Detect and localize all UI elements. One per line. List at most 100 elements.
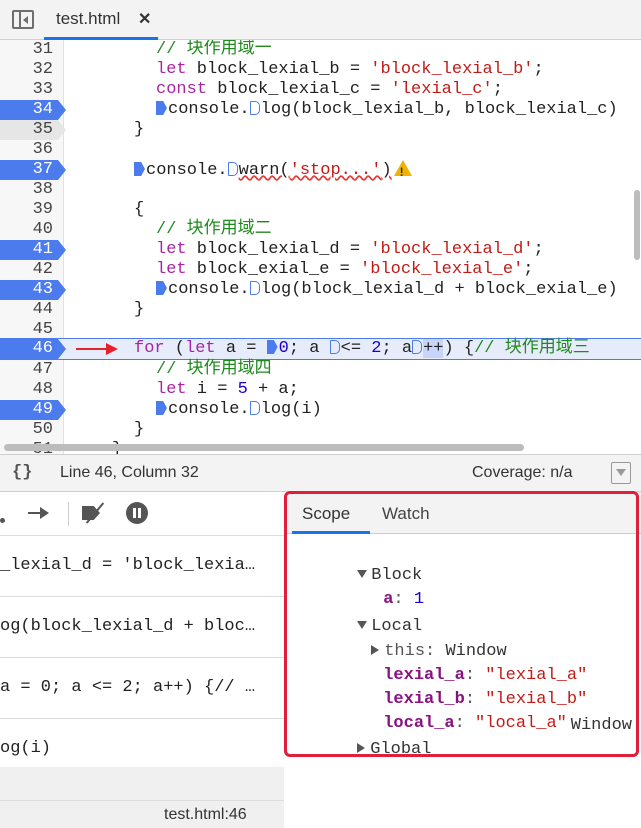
editor-status-bar: {} Line 46, Column 32 Coverage: n/a: [0, 454, 641, 492]
tab-watch[interactable]: Watch: [382, 504, 430, 524]
source-location-link[interactable]: test.html:46: [164, 806, 247, 824]
breakpoint-marker[interactable]: 49: [0, 400, 66, 420]
inline-breakpoint-icon[interactable]: [266, 340, 278, 354]
code-text: {: [134, 200, 145, 219]
code-line: 40 // 块作用域二: [0, 220, 641, 240]
code-line: 37 console. warn('stop...'): [0, 160, 641, 182]
active-tab-indicator: [292, 531, 370, 534]
scope-variable[interactable]: this: Window: [310, 616, 641, 661]
inline-breakpoint-icon[interactable]: [412, 340, 423, 354]
line-number[interactable]: 44: [0, 300, 58, 320]
list-item-text: og(i): [0, 739, 52, 758]
code-text: block_lexial_b =: [186, 60, 371, 79]
vertical-scrollbar[interactable]: [634, 190, 640, 260]
code-text: a =: [215, 339, 267, 358]
breakpoint-marker[interactable]: 43: [0, 280, 66, 300]
scope-variable[interactable]: lexial_b: "lexial_b": [322, 664, 641, 709]
disabled-breakpoint-marker[interactable]: 35: [0, 120, 66, 140]
line-number[interactable]: 31: [0, 40, 58, 60]
line-number[interactable]: 32: [0, 60, 58, 80]
line-number[interactable]: 50: [0, 420, 58, 440]
line-number[interactable]: 42: [0, 260, 58, 280]
scope-block[interactable]: Block: [296, 540, 641, 585]
code-line: 47 // 块作用域四: [0, 360, 641, 380]
code-line: 33 const block_lexial_c = 'lexial_c';: [0, 80, 641, 100]
line-number[interactable]: 38: [0, 180, 58, 200]
inline-breakpoint-icon[interactable]: [156, 401, 167, 415]
list-item-text: a = 0; a <= 2; a++) {// …: [0, 678, 256, 697]
inline-breakpoint-icon[interactable]: [249, 281, 260, 295]
code-line: 35 }: [0, 120, 641, 140]
code-line: 43 console. log(block_lexial_d + block_ex…: [0, 280, 641, 300]
keyword: const: [156, 80, 208, 99]
code-text: ; a: [288, 339, 330, 358]
line-number[interactable]: 47: [0, 360, 58, 380]
breakpoint-marker[interactable]: 46: [0, 339, 66, 359]
line-number[interactable]: 40: [0, 220, 58, 240]
deactivate-breakpoints-icon[interactable]: [80, 502, 108, 524]
keyword: let: [185, 339, 216, 358]
scope-tab-bar: Scope Watch: [284, 492, 641, 534]
code-text: block_lexial_c =: [207, 80, 391, 99]
line-number[interactable]: 45: [0, 320, 58, 340]
list-item-text: _lexial_d = 'block_lexia…: [0, 556, 256, 575]
pause-on-exceptions-icon[interactable]: [126, 502, 148, 524]
inline-breakpoint-icon[interactable]: [156, 281, 167, 295]
pretty-print-button[interactable]: {}: [12, 463, 32, 482]
keyword: let: [156, 380, 187, 399]
code-editor[interactable]: 31 // 块作用域一 32 let block_lexial_b = 'blo…: [0, 40, 641, 454]
step-into-icon[interactable]: [0, 502, 10, 524]
keyword: let: [156, 60, 187, 79]
code-line: 42 let block_exial_e = 'block_lexial_e';: [0, 260, 641, 280]
scope-local[interactable]: Local: [296, 591, 641, 636]
code-text: }: [134, 120, 145, 139]
code-text: }: [134, 300, 145, 319]
keyword: let: [156, 240, 187, 259]
close-tab-icon[interactable]: ✕: [138, 9, 151, 29]
breakpoint-marker[interactable]: 34: [0, 100, 66, 120]
code-text: ; a: [381, 339, 413, 358]
inline-breakpoint-icon[interactable]: [227, 162, 238, 176]
line-number[interactable]: 39: [0, 200, 58, 220]
toggle-navigator-icon[interactable]: [12, 10, 34, 29]
code-text: ;: [533, 240, 544, 259]
code-text: (: [164, 339, 186, 358]
inline-breakpoint-icon[interactable]: [249, 401, 260, 415]
code-line: 44 }: [0, 300, 641, 320]
warning-icon[interactable]: [393, 160, 412, 182]
breakpoint-marker[interactable]: 37: [0, 160, 66, 180]
code-text: warn(: [238, 161, 290, 180]
code-line: 36: [0, 140, 641, 160]
horizontal-scrollbar[interactable]: [4, 444, 524, 451]
breakpoint-marker[interactable]: 41: [0, 240, 66, 260]
line-number[interactable]: 33: [0, 80, 58, 100]
number-literal: 2: [371, 339, 382, 358]
breakpoint-list: _lexial_d = 'block_lexia… og(block_lexia…: [0, 536, 284, 800]
code-text: log(block_lexial_d + block_exial_e): [260, 280, 618, 299]
step-icon[interactable]: [28, 502, 52, 524]
inline-breakpoint-icon[interactable]: [156, 101, 167, 115]
tab-scope[interactable]: Scope: [302, 504, 350, 524]
code-text: console.: [168, 100, 250, 119]
list-item[interactable]: og(block_lexial_d + bloc…: [0, 597, 284, 658]
tab-test-html[interactable]: test.html ✕: [44, 0, 158, 40]
inline-breakpoint-icon[interactable]: [249, 101, 260, 115]
line-number[interactable]: 36: [0, 140, 58, 160]
line-number[interactable]: 48: [0, 380, 58, 400]
comment: // 块作用域一: [156, 40, 272, 59]
list-item[interactable]: _lexial_d = 'block_lexia…: [0, 536, 284, 597]
list-item[interactable]: a = 0; a <= 2; a++) {// …: [0, 658, 284, 719]
scope-variable[interactable]: lexial_a: "lexial_a": [322, 640, 641, 685]
scope-variable[interactable]: a: 1: [322, 564, 641, 609]
string-literal: 'stop...': [289, 161, 382, 180]
debugger-toolbar: [0, 492, 284, 536]
collapse-arrow-icon[interactable]: [357, 743, 366, 753]
coverage-dropdown-icon[interactable]: [611, 462, 631, 484]
scope-global[interactable]: Global Window: [296, 714, 636, 759]
code-text: ;: [492, 80, 503, 99]
scope-variable[interactable]: local_a: "local_a": [322, 688, 641, 733]
code-line: 34 console. log(block_lexial_b, block_lex…: [0, 100, 641, 120]
inline-breakpoint-icon[interactable]: [329, 340, 340, 354]
coverage-status: Coverage: n/a: [472, 464, 573, 481]
inline-breakpoint-icon[interactable]: [134, 162, 145, 176]
